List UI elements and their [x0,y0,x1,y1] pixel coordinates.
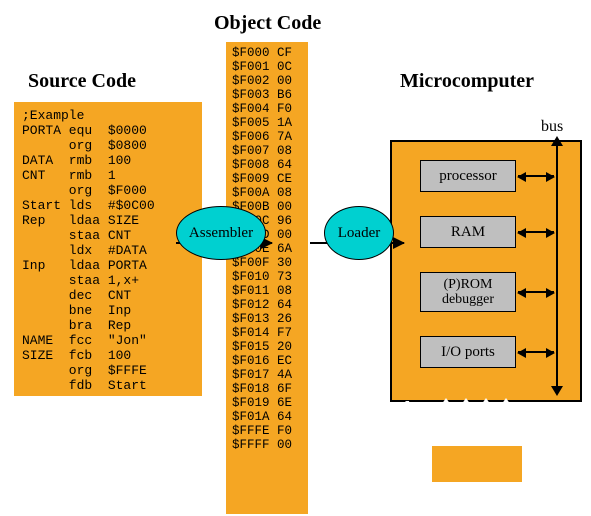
microcomputer-title: Microcomputer [400,70,560,93]
external-device-box [432,446,522,482]
io-external-arrow-icon [442,406,445,424]
ram-box: RAM [420,216,516,248]
object-code-title: Object Code [214,12,334,35]
source-code-panel: ;Example PORTA equ $0000 org $0800 DATA … [14,102,202,396]
source-code-title: Source Code [28,70,148,93]
ram-bus-arrow [518,231,554,233]
external-devices-label: ExternalDevices [336,398,410,442]
processor-bus-arrow [518,175,554,177]
io-bus-arrow [518,351,554,353]
processor-box: processor [420,160,516,192]
bus-label: bus [538,118,566,136]
io-external-arrow-icon [462,406,465,424]
io-ports-box: I/O ports [420,336,516,368]
prom-bus-arrow [518,291,554,293]
object-code-panel: $F000 CF $F001 0C $F002 00 $F003 B6 $F00… [226,42,308,514]
io-external-arrow-icon [482,406,485,424]
bus-line [556,142,558,390]
loader-node: Loader [324,206,394,260]
prom-box: (P)ROMdebugger [420,272,516,312]
source-code-listing: ;Example PORTA equ $0000 org $0800 DATA … [14,102,202,399]
io-external-arrow-icon [502,406,505,424]
assembler-node: Assembler [176,206,266,260]
